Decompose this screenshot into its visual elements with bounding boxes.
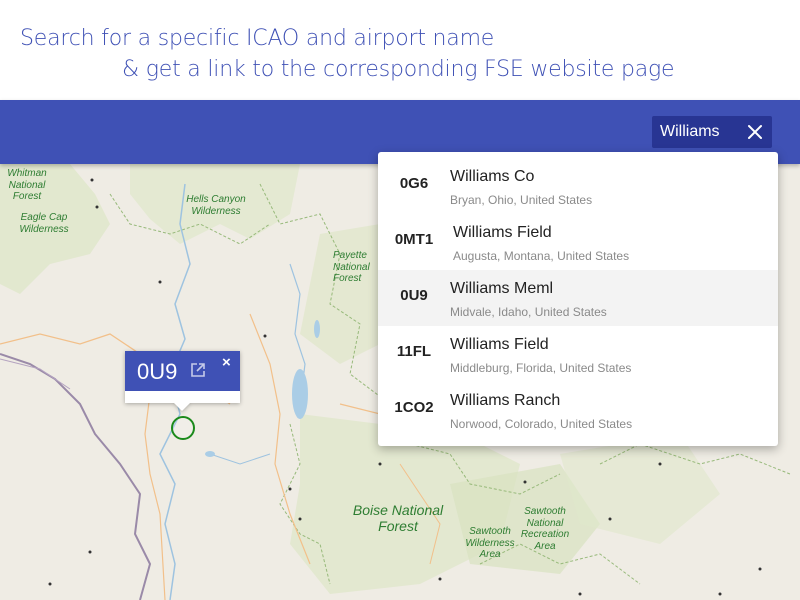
airport-marker[interactable] [171, 416, 195, 440]
result-code: 1CO2 [394, 399, 434, 416]
result-location: Middleburg, Florida, United States [450, 361, 632, 375]
map-label-payette: Payette National Forest [333, 250, 370, 284]
result-name: Williams Field [453, 224, 552, 241]
result-name: Williams Co [450, 168, 535, 185]
map-label-sawtooth-wilderness: Sawtooth Wilderness Area [465, 526, 515, 560]
search-results-dropdown: 0G6 Williams Co Bryan, Ohio, United Stat… [378, 152, 778, 446]
airport-popup: 0U9 × [125, 351, 240, 411]
popup-airport-code: 0U9 [137, 359, 178, 384]
result-name: Williams Meml [450, 280, 554, 297]
result-code: 0U9 [400, 287, 428, 304]
map-label-hells-canyon: Hells Canyon Wilderness [186, 194, 246, 217]
result-location: Augusta, Montana, United States [453, 249, 630, 263]
search-result-0MT1[interactable]: 0MT1 Williams Field Augusta, Montana, Un… [378, 214, 778, 270]
caption: Search for a specific ICAO and airport n… [0, 0, 800, 100]
result-name: Williams Ranch [450, 392, 561, 409]
map-label-whitman: Whitman National Forest [7, 168, 47, 202]
search-result-0G6[interactable]: 0G6 Williams Co Bryan, Ohio, United Stat… [378, 158, 778, 214]
close-icon[interactable] [744, 121, 766, 143]
result-location: Midvale, Idaho, United States [450, 305, 607, 319]
popup-tip [173, 402, 191, 411]
search-result-0U9[interactable]: 0U9 Williams Meml Midvale, Idaho, United… [378, 270, 778, 326]
search-box [652, 116, 772, 148]
result-location: Bryan, Ohio, United States [450, 193, 593, 207]
result-code: 0G6 [399, 175, 429, 192]
popup-close-button[interactable]: × [222, 354, 231, 371]
map-label-eagle-cap: Eagle Cap Wilderness [19, 212, 69, 235]
search-result-1CO2[interactable]: 1CO2 Williams Ranch Norwood, Colorado, U… [378, 382, 778, 438]
result-name: Williams Field [450, 336, 549, 353]
search-result-11FL[interactable]: 11FL Williams Field Middleburg, Florida,… [378, 326, 778, 382]
caption-line-1: Search for a specific ICAO and airport n… [20, 26, 495, 51]
result-code: 11FL [396, 343, 432, 360]
map-label-sawtooth-recreation: Sawtooth National Recreation Area [520, 506, 570, 552]
caption-line-2: & get a link to the corresponding FSE we… [122, 57, 675, 82]
open-in-new-icon[interactable] [190, 362, 206, 378]
map-label-boise: Boise National Forest [352, 502, 444, 535]
search-input[interactable] [652, 116, 744, 148]
result-code: 0MT1 [394, 231, 434, 248]
result-location: Norwood, Colorado, United States [450, 417, 633, 431]
